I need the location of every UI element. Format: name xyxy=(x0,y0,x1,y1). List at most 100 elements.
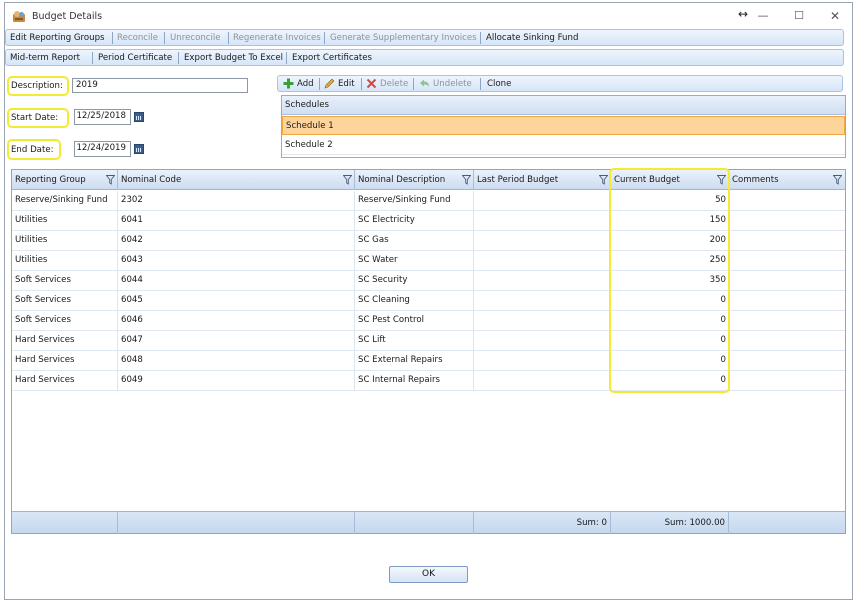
generate-supplementary-invoices-button[interactable]: Generate Supplementary Invoices xyxy=(330,32,477,44)
comments-cell[interactable] xyxy=(729,291,845,311)
schedule-toolbar: Add Edit Delete Undelete Clone xyxy=(277,75,843,92)
reporting-group-cell[interactable]: Reserve/Sinking Fund xyxy=(12,191,118,211)
reconcile-button[interactable]: Reconcile xyxy=(117,32,158,44)
filter-icon[interactable] xyxy=(106,175,115,185)
schedule-row-label: Schedule 1 xyxy=(286,121,334,131)
maximize-button[interactable]: ☐ xyxy=(789,8,809,24)
nominal-description-cell[interactable]: SC Internal Repairs xyxy=(355,371,474,391)
nominal-code-cell[interactable]: 6049 xyxy=(118,371,355,391)
undelete-schedule-button[interactable]: Undelete xyxy=(433,78,472,90)
last-period-budget-cell[interactable] xyxy=(474,291,611,311)
nominal-code-cell[interactable]: 6045 xyxy=(118,291,355,311)
nominal-description-cell[interactable]: SC Water xyxy=(355,251,474,271)
column-header-reporting-group[interactable]: Reporting Group xyxy=(12,170,118,190)
nominal-code-cell[interactable]: 6044 xyxy=(118,271,355,291)
nominal-description-cell[interactable]: SC External Repairs xyxy=(355,351,474,371)
toolbar-separator xyxy=(413,78,414,90)
reporting-group-cell[interactable]: Soft Services xyxy=(12,271,118,291)
comments-cell[interactable] xyxy=(729,231,845,251)
edit-schedule-button[interactable]: Edit xyxy=(338,78,355,90)
delete-schedule-button[interactable]: Delete xyxy=(380,78,408,90)
nominal-description-cell[interactable]: SC Security xyxy=(355,271,474,291)
comments-cell[interactable] xyxy=(729,191,845,211)
mid-term-report-button[interactable]: Mid-term Report xyxy=(10,52,80,64)
nominal-code-cell[interactable]: 6043 xyxy=(118,251,355,271)
reporting-group-cell[interactable]: Soft Services xyxy=(12,311,118,331)
clone-schedule-button[interactable]: Clone xyxy=(487,78,511,90)
export-budget-to-excel-button[interactable]: Export Budget To Excel xyxy=(184,52,283,64)
resize-icon[interactable]: ↔ xyxy=(733,6,753,22)
schedules-header-label: Schedules xyxy=(285,100,329,110)
close-button[interactable]: ✕ xyxy=(825,8,845,24)
nominal-code-cell[interactable]: 6048 xyxy=(118,351,355,371)
nominal-description-cell[interactable]: SC Gas xyxy=(355,231,474,251)
comments-cell[interactable] xyxy=(729,211,845,231)
filter-icon[interactable] xyxy=(833,175,842,185)
nominal-code-cell[interactable]: 6046 xyxy=(118,311,355,331)
end-date-input[interactable]: 12/24/2019 xyxy=(74,141,131,157)
nominal-code-cell[interactable]: 6042 xyxy=(118,231,355,251)
period-certificate-button[interactable]: Period Certificate xyxy=(98,52,172,64)
allocate-sinking-fund-button[interactable]: Allocate Sinking Fund xyxy=(486,32,578,44)
actions-toolbar: Edit Reporting Groups Reconcile Unreconc… xyxy=(5,29,844,46)
footer-cell xyxy=(729,512,845,534)
schedule-row-1[interactable]: Schedule 1 xyxy=(282,116,845,135)
description-input[interactable]: 2019 xyxy=(72,78,248,93)
comments-cell[interactable] xyxy=(729,331,845,351)
reporting-group-cell[interactable]: Utilities xyxy=(12,251,118,271)
last-period-budget-sum: Sum: 0 xyxy=(474,512,611,534)
column-header-nominal-code[interactable]: Nominal Code xyxy=(118,170,355,190)
last-period-budget-cell[interactable] xyxy=(474,371,611,391)
comments-cell[interactable] xyxy=(729,371,845,391)
regenerate-invoices-button[interactable]: Regenerate Invoices xyxy=(233,32,321,44)
unreconcile-button[interactable]: Unreconcile xyxy=(170,32,221,44)
nominal-description-cell[interactable]: SC Electricity xyxy=(355,211,474,231)
nominal-code-cell[interactable]: 6047 xyxy=(118,331,355,351)
footer-cell xyxy=(12,512,118,534)
edit-reporting-groups-button[interactable]: Edit Reporting Groups xyxy=(10,32,105,44)
last-period-budget-cell[interactable] xyxy=(474,251,611,271)
comments-cell[interactable] xyxy=(729,271,845,291)
last-period-budget-cell[interactable] xyxy=(474,351,611,371)
last-period-budget-cell[interactable] xyxy=(474,271,611,291)
nominal-code-cell[interactable]: 2302 xyxy=(118,191,355,211)
column-header-nominal-description[interactable]: Nominal Description xyxy=(355,170,474,190)
undelete-icon xyxy=(420,79,429,87)
comments-cell[interactable] xyxy=(729,311,845,331)
filter-icon[interactable] xyxy=(462,175,471,185)
start-date-input[interactable]: 12/25/2018 xyxy=(74,109,131,125)
comments-cell[interactable] xyxy=(729,251,845,271)
reporting-group-cell[interactable]: Soft Services xyxy=(12,291,118,311)
reporting-group-cell[interactable]: Utilities xyxy=(12,211,118,231)
schedule-row-2[interactable]: Schedule 2 xyxy=(282,136,845,155)
last-period-budget-cell[interactable] xyxy=(474,231,611,251)
nominal-description-cell[interactable]: SC Lift xyxy=(355,331,474,351)
add-schedule-button[interactable]: Add xyxy=(297,78,314,90)
reporting-group-cell[interactable]: Hard Services xyxy=(12,331,118,351)
nominal-code-cell[interactable]: 6041 xyxy=(118,211,355,231)
comments-cell[interactable] xyxy=(729,351,845,371)
toolbar-separator xyxy=(228,32,229,44)
minimize-button[interactable]: — xyxy=(753,8,773,24)
start-date-calendar-icon[interactable] xyxy=(134,112,144,122)
reporting-group-cell[interactable]: Utilities xyxy=(12,231,118,251)
reporting-group-cell[interactable]: Hard Services xyxy=(12,371,118,391)
export-certificates-button[interactable]: Export Certificates xyxy=(292,52,372,64)
toolbar-separator xyxy=(361,78,362,90)
last-period-budget-cell[interactable] xyxy=(474,191,611,211)
reporting-group-cell[interactable]: Hard Services xyxy=(12,351,118,371)
nominal-description-cell[interactable]: SC Cleaning xyxy=(355,291,474,311)
ok-button[interactable]: OK xyxy=(389,566,468,583)
filter-icon[interactable] xyxy=(599,175,608,185)
nominal-description-cell[interactable]: SC Pest Control xyxy=(355,311,474,331)
window-title: Budget Details xyxy=(32,11,103,22)
filter-icon[interactable] xyxy=(343,175,352,185)
last-period-budget-cell[interactable] xyxy=(474,311,611,331)
last-period-budget-cell[interactable] xyxy=(474,211,611,231)
column-header-last-period-budget[interactable]: Last Period Budget xyxy=(474,170,611,190)
column-header-comments[interactable]: Comments xyxy=(729,170,845,190)
end-date-calendar-icon[interactable] xyxy=(134,144,144,154)
last-period-budget-cell[interactable] xyxy=(474,331,611,351)
nominal-description-cell[interactable]: Reserve/Sinking Fund xyxy=(355,191,474,211)
grid-footer: Sum: 0 Sum: 1000.00 xyxy=(12,511,845,534)
